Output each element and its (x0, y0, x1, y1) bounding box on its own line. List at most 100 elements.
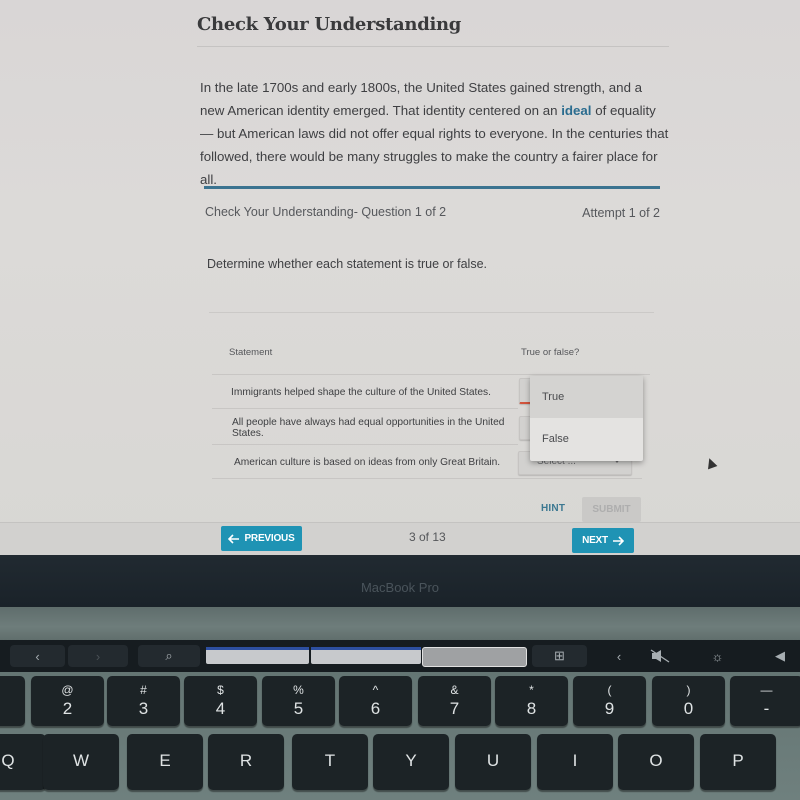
table-header-rule (212, 374, 650, 375)
touchbar-tab-thumbnail[interactable] (311, 647, 421, 664)
key-7[interactable]: & 7 (418, 676, 491, 726)
page-title: Check Your Understanding (197, 14, 462, 35)
option-label: False (542, 433, 569, 445)
prompt-divider (209, 312, 654, 313)
key-label: U (486, 751, 500, 770)
touchbar-brightness-button[interactable]: ☼ (700, 645, 735, 667)
key-5[interactable]: % 5 (262, 676, 335, 726)
thumbnail-header (311, 647, 421, 650)
thumbnail-header (206, 647, 309, 650)
chevron-right-icon: › (95, 648, 101, 664)
key-q[interactable]: Q (0, 734, 46, 790)
option-label: True (542, 391, 565, 403)
laptop-hinge (0, 607, 800, 640)
dropdown-option-true[interactable]: True (530, 376, 643, 418)
intro-paragraph: In the late 1700s and early 1800s, the U… (200, 76, 670, 191)
key-label: 1 (0, 699, 25, 719)
key-y[interactable]: Y (373, 734, 449, 790)
key-6[interactable]: ^ 6 (339, 676, 412, 726)
question-header: Check Your Understanding- Question 1 of … (205, 205, 447, 219)
statement-3: American culture is based on ideas from … (234, 457, 501, 468)
column-header-true-false: True or false? (521, 347, 580, 358)
key-label: 9 (604, 699, 615, 718)
touchbar-forward-button[interactable]: › (68, 645, 128, 667)
chevron-left-icon: ‹ (35, 648, 40, 664)
key-shift-label: % (293, 683, 304, 697)
previous-label: PREVIOUS (244, 533, 295, 544)
key-i[interactable]: I (537, 734, 613, 790)
key-r[interactable]: R (208, 734, 284, 790)
key-label: 4 (215, 699, 226, 718)
touchbar-volume-button[interactable]: ◀ (765, 645, 795, 667)
mute-icon (650, 649, 670, 663)
key-shift-label: @ (61, 683, 74, 697)
key-minus[interactable]: — - (730, 676, 800, 726)
brightness-icon: ☼ (711, 648, 724, 664)
key-e[interactable]: E (127, 734, 203, 790)
touchbar-back-button[interactable]: ‹ (10, 645, 65, 667)
key-3[interactable]: #3 (107, 676, 180, 726)
key-w[interactable]: W (43, 734, 119, 790)
search-icon: ⌕ (165, 648, 173, 663)
next-label: NEXT (582, 535, 608, 546)
touchbar-search-button[interactable]: ⌕ (138, 645, 200, 667)
photo-stage: Check Your Understanding In the late 170… (0, 0, 800, 800)
row-divider (212, 444, 518, 445)
key-label: 2 (62, 699, 73, 718)
mouse-cursor-icon (704, 456, 718, 470)
answer-dropdown-menu: True False (530, 376, 643, 461)
key-p[interactable]: P (700, 734, 776, 790)
key-label: 0 (683, 699, 694, 718)
key-label: O (649, 751, 663, 770)
key-9[interactable]: (9 (573, 676, 646, 726)
key-o[interactable]: O (618, 734, 694, 790)
key-shift-label: $ (217, 683, 224, 697)
next-button[interactable]: NEXT (572, 528, 634, 553)
previous-button[interactable]: PREVIOUS (221, 526, 302, 551)
key-shift-label: ) (686, 683, 691, 697)
submit-button[interactable]: SUBMIT (582, 497, 641, 522)
dropdown-option-false[interactable]: False (530, 418, 643, 460)
touchbar-tab-thumbnail[interactable] (206, 647, 309, 664)
key-shift-label: ( (607, 683, 612, 697)
section-divider (204, 186, 660, 189)
brand-label: MacBook Pro (360, 580, 440, 595)
key-0[interactable]: ) 0 (652, 676, 725, 726)
key-label: 7 (449, 699, 460, 718)
key-shift-label: ^ (372, 683, 379, 697)
row-divider (212, 408, 518, 409)
key-label: P (732, 751, 744, 770)
key-label: 5 (293, 699, 304, 718)
arrow-left-icon (228, 533, 240, 544)
key-t[interactable]: T (292, 734, 368, 790)
chevron-left-icon: ‹ (616, 648, 622, 664)
key-shift-label: ! (0, 683, 25, 697)
key-label: I (572, 751, 578, 770)
statement-2: All people have always had equal opportu… (232, 417, 505, 439)
column-header-statement: Statement (229, 347, 273, 358)
glossary-link-ideal[interactable]: ideal (561, 103, 591, 118)
key-label: - (763, 699, 770, 718)
key-label: W (72, 751, 90, 770)
key-u[interactable]: U (455, 734, 531, 790)
key-shift-label: * (529, 683, 534, 697)
new-tab-icon: ⊞ (554, 648, 565, 663)
key-1[interactable]: !1 (0, 676, 25, 726)
title-divider (197, 46, 669, 47)
laptop-screen: Check Your Understanding In the late 170… (0, 0, 800, 555)
row-divider (212, 478, 642, 479)
key-shift-label: — (760, 683, 773, 697)
key-8[interactable]: * 8 (495, 676, 568, 726)
touchbar-collapse-button[interactable]: ‹ (604, 645, 634, 667)
touchbar-active-tab[interactable] (422, 647, 527, 667)
navigation-bar (0, 522, 800, 555)
touchbar-new-tab-button[interactable]: ⊞ (532, 645, 587, 667)
key-label: 6 (370, 699, 381, 718)
key-label: T (324, 751, 336, 770)
key-2[interactable]: @2 (31, 676, 104, 726)
key-shift-label: # (140, 683, 147, 697)
volume-icon: ◀ (775, 648, 785, 663)
hint-button[interactable]: HINT (541, 503, 565, 514)
key-4[interactable]: $4 (184, 676, 257, 726)
touchbar-siri-off-button[interactable] (640, 645, 680, 667)
